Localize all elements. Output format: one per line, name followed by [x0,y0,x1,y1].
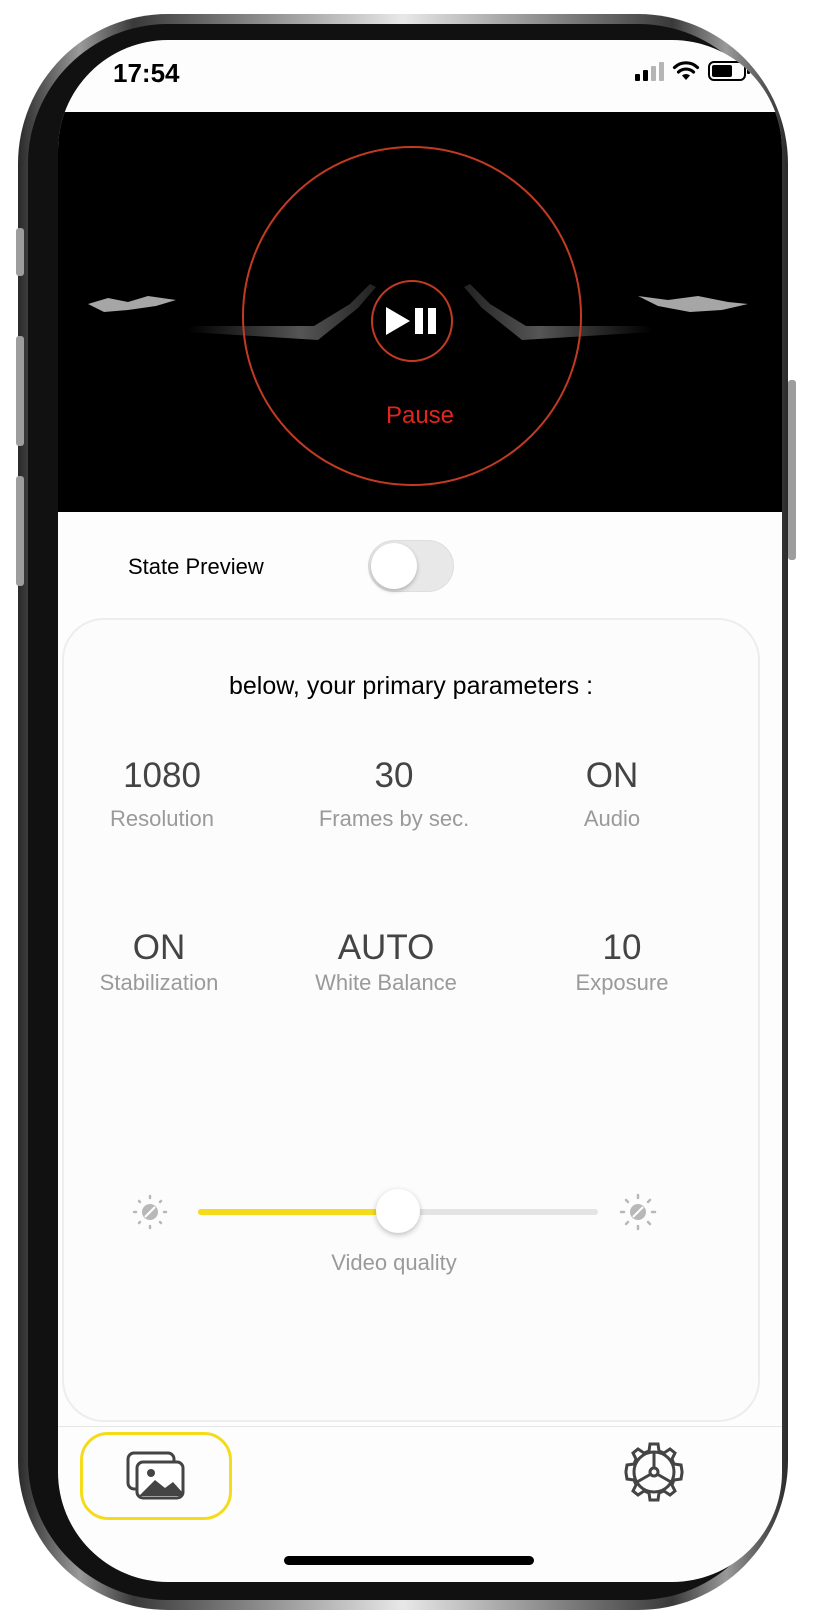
param-label: Stabilization [99,970,219,995]
video-quality-label: Video quality [331,1250,457,1275]
wifi-icon [672,61,700,80]
param-value: 1080 [123,756,201,795]
slider-thumb[interactable] [376,1189,420,1233]
parameters-heading: below, your primary parameters : [228,672,594,700]
phone-volume-down-button [16,476,24,586]
tabbar-divider [58,1426,782,1427]
param-resolution[interactable]: 1080 Resolution [58,756,272,832]
brightness-high-icon [619,1193,657,1231]
battery-icon [708,61,750,81]
video-quality-slider[interactable] [198,1189,598,1233]
param-white-balance[interactable]: AUTO White Balance [276,928,496,996]
param-label: Exposure [575,970,669,995]
slider-fill [198,1209,398,1215]
video-preview[interactable]: Pause [58,112,782,512]
tab-gallery[interactable] [80,1432,232,1520]
state-preview-toggle[interactable] [368,540,454,592]
param-audio[interactable]: ON Audio [502,756,722,832]
play-pause-button[interactable] [371,280,453,362]
settings-gear-icon[interactable] [622,1440,686,1504]
param-value: 30 [374,756,414,795]
param-value: 10 [602,928,642,967]
phone-side-button [16,228,24,276]
pause-label: Pause [385,402,455,429]
param-label: Resolution [110,806,214,831]
phone-volume-up-button [16,336,24,446]
status-time: 17:54 [113,58,180,88]
cellular-signal-icon [635,61,664,81]
brightness-low-icon [132,1194,168,1230]
play-pause-icon [386,307,436,335]
status-icons [635,60,752,82]
param-value: ON [132,928,186,967]
param-label: Audio [583,806,641,831]
app-screen: 17:54 Pause State Preview below, your pr… [58,40,782,1582]
param-value: AUTO [337,928,435,967]
param-stabilization[interactable]: ON Stabilization [58,928,269,996]
param-frames[interactable]: 30 Frames by sec. [284,756,504,832]
toggle-knob [371,543,417,589]
param-label: Frames by sec. [318,806,470,831]
param-exposure[interactable]: 10 Exposure [512,928,732,996]
param-value: ON [585,756,639,795]
state-preview-label: State Preview [128,554,264,579]
gallery-icon [126,1451,185,1500]
phone-power-button [788,380,796,560]
parameters-card: below, your primary parameters : 1080 Re… [62,618,760,1422]
home-indicator [284,1556,534,1565]
param-label: White Balance [315,970,457,995]
